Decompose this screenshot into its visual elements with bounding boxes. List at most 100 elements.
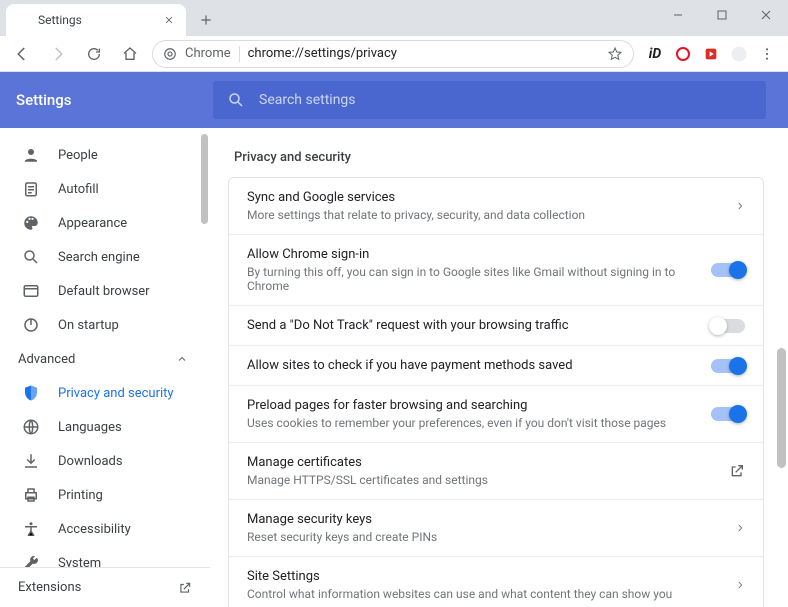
row-subtitle: By turning this off, you can sign in to … [247,265,699,293]
sidebar-item-label: Appearance [58,216,127,231]
sidebar-item-people[interactable]: People [0,138,210,172]
extension-icon-3[interactable] [702,45,720,63]
tab-title: Settings [38,13,162,27]
row-subtitle: More settings that relate to privacy, se… [247,208,723,222]
row-security-keys[interactable]: Manage security keys Reset security keys… [229,500,763,557]
sidebar-item-appearance[interactable]: Appearance [0,206,210,240]
settings-card: Sync and Google services More settings t… [228,177,764,607]
sidebar-section-label: Advanced [18,352,75,367]
sidebar-item-label: Downloads [58,454,123,469]
scrollbar-thumb[interactable] [777,348,786,468]
wrench-icon [22,554,40,567]
sidebar-item-default-browser[interactable]: Default browser [0,274,210,308]
extension-icon-1[interactable]: iD [646,45,664,63]
sidebar-item-label: Search engine [58,250,140,265]
sidebar-item-label: People [58,148,98,163]
toggle-payment-check[interactable] [711,359,745,373]
forward-button[interactable] [44,40,72,68]
browser-toolbar: Chrome chrome://settings/privacy iD [0,36,788,72]
search-icon [227,91,245,109]
row-site-settings[interactable]: Site Settings Control what information w… [229,557,763,607]
sidebar-item-label: On startup [58,318,119,333]
sidebar-item-search-engine[interactable]: Search engine [0,240,210,274]
sidebar-scrollbar[interactable] [198,128,210,607]
window-controls [656,0,788,30]
row-payment-check: Allow sites to check if you have payment… [229,346,763,386]
row-title: Send a "Do Not Track" request with your … [247,318,699,333]
home-button[interactable] [116,40,144,68]
sidebar-extensions[interactable]: Extensions [0,567,210,607]
content-scrollbar[interactable] [774,128,788,607]
new-tab-button[interactable] [192,6,220,34]
sidebar-item-languages[interactable]: Languages [0,410,210,444]
extension-icon-2[interactable] [674,45,692,63]
chevron-right-icon [735,201,745,211]
sidebar-item-label: Autofill [58,182,99,197]
sidebar-item-privacy[interactable]: Privacy and security [0,376,210,410]
reload-button[interactable] [80,40,108,68]
row-manage-certificates[interactable]: Manage certificates Manage HTTPS/SSL cer… [229,443,763,500]
sidebar-footer-label: Extensions [18,580,81,595]
settings-header: Settings [0,72,788,128]
sidebar-item-printing[interactable]: Printing [0,478,210,512]
sidebar-item-autofill[interactable]: Autofill [0,172,210,206]
row-title: Sync and Google services [247,190,723,205]
clipboard-icon [22,180,40,198]
palette-icon [22,214,40,232]
separator [239,46,240,62]
power-icon [22,316,40,334]
printer-icon [22,486,40,504]
open-external-icon [729,463,745,479]
row-title: Allow sites to check if you have payment… [247,358,699,373]
search-icon [22,248,40,266]
settings-app: Settings People Autofill [0,72,788,607]
section-title: Privacy and security [234,150,764,165]
sidebar-item-label: Printing [58,488,103,503]
chevron-right-icon [735,580,745,590]
sidebar-item-accessibility[interactable]: Accessibility [0,512,210,546]
sidebar-advanced-toggle[interactable]: Advanced [0,342,210,376]
chevron-right-icon [735,523,745,533]
star-icon[interactable] [607,46,623,62]
row-subtitle: Manage HTTPS/SSL certificates and settin… [247,473,717,487]
menu-icon[interactable] [758,45,776,63]
close-window-button[interactable] [744,0,788,30]
accessibility-icon [22,520,40,538]
content-area: Privacy and security Sync and Google ser… [210,128,788,607]
scrollbar-thumb[interactable] [201,134,208,224]
sidebar-item-on-startup[interactable]: On startup [0,308,210,342]
shield-icon [22,384,40,402]
back-button[interactable] [8,40,36,68]
search-settings[interactable] [213,81,766,119]
row-preload-pages: Preload pages for faster browsing and se… [229,386,763,443]
row-subtitle: Control what information websites can us… [247,587,723,601]
search-input[interactable] [259,92,752,108]
toggle-allow-signin[interactable] [711,263,745,277]
row-subtitle: Uses cookies to remember your preference… [247,416,699,430]
toggle-do-not-track[interactable] [711,319,745,333]
settings-body: People Autofill Appearance Search engine [0,128,788,607]
sidebar-item-downloads[interactable]: Downloads [0,444,210,478]
row-sync-google[interactable]: Sync and Google services More settings t… [229,178,763,235]
row-title: Manage security keys [247,512,723,527]
row-do-not-track: Send a "Do Not Track" request with your … [229,306,763,346]
row-title: Preload pages for faster browsing and se… [247,398,699,413]
toggle-preload[interactable] [711,407,745,421]
sidebar-item-label: System [58,556,101,568]
omnibox-origin: Chrome [185,46,231,61]
avatar-icon[interactable] [730,45,748,63]
row-title: Manage certificates [247,455,717,470]
address-bar[interactable]: Chrome chrome://settings/privacy [152,40,634,68]
globe-icon [22,418,40,436]
sidebar-item-label: Privacy and security [58,386,174,401]
minimize-button[interactable] [656,0,700,30]
maximize-button[interactable] [700,0,744,30]
sidebar-item-system[interactable]: System [0,546,210,567]
close-icon[interactable] [162,13,176,27]
browser-window: Settings Chr [0,0,788,607]
browser-tab[interactable]: Settings [6,4,186,36]
row-allow-signin: Allow Chrome sign-in By turning this off… [229,235,763,306]
sidebar-list: People Autofill Appearance Search engine [0,128,210,567]
titlebar: Settings [0,0,788,36]
gear-icon [16,13,30,27]
